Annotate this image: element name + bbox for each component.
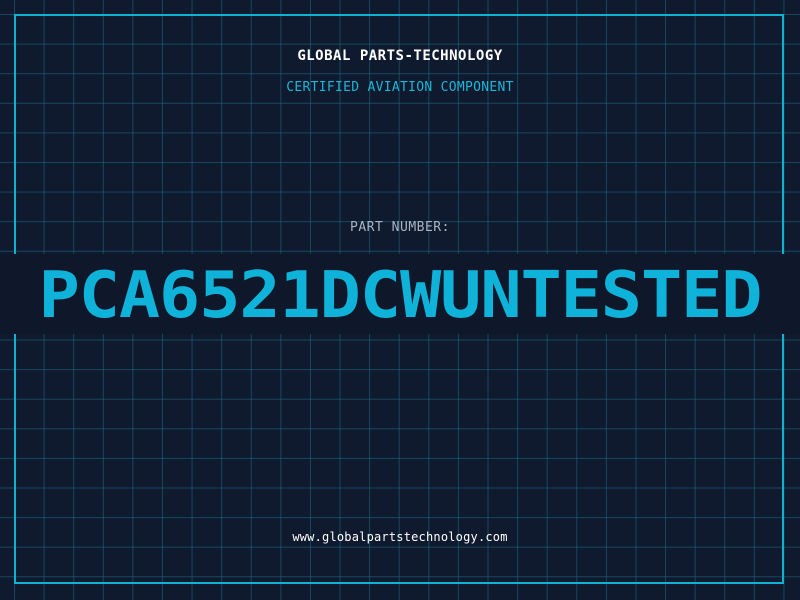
part-card: GLOBAL PARTS-TECHNOLOGY CERTIFIED AVIATI… [0,0,800,600]
company-name: GLOBAL PARTS-TECHNOLOGY [297,48,503,64]
part-number-label: PART NUMBER: [350,220,450,235]
part-number-value: PCA6521DCWUNTESTED [38,259,763,333]
website-url: www.globalpartstechnology.com [292,530,508,544]
certification-tagline: CERTIFIED AVIATION COMPONENT [286,80,514,95]
